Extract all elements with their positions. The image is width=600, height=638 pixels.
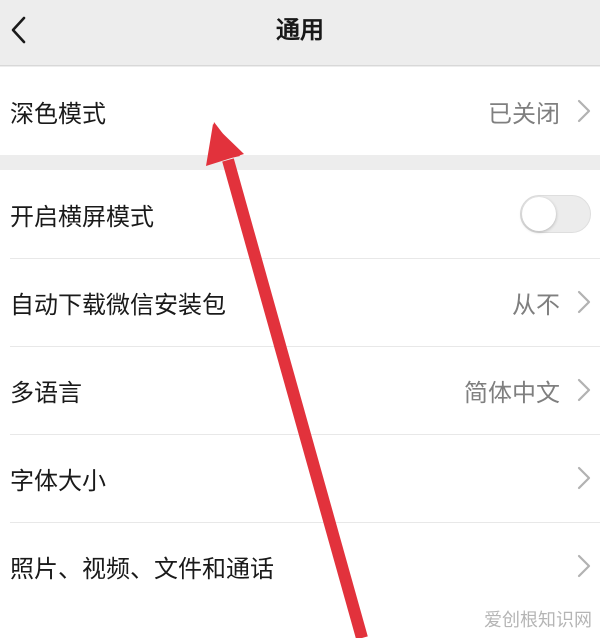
page-title: 通用	[276, 16, 324, 44]
auto-download-label: 自动下载微信安装包	[10, 290, 226, 319]
chevron-right-icon	[577, 99, 591, 123]
chevron-right-icon	[577, 466, 591, 490]
settings-row-media[interactable]: 照片、视频、文件和通话	[0, 522, 600, 610]
auto-download-value: 从不	[512, 290, 560, 319]
chevron-right-icon	[577, 290, 591, 314]
landscape-label: 开启横屏模式	[10, 202, 154, 231]
settings-group-display: 深色模式 已关闭	[0, 67, 600, 155]
landscape-toggle[interactable]	[520, 195, 591, 233]
chevron-right-icon	[577, 554, 591, 578]
settings-row-dark-mode[interactable]: 深色模式 已关闭	[0, 67, 600, 155]
dark-mode-value: 已关闭	[488, 99, 560, 128]
settings-group-general: 开启横屏模式 自动下载微信安装包 从不 多语言 简体中文 字体大小 照片、视频、…	[0, 170, 600, 638]
language-label: 多语言	[10, 378, 82, 407]
watermark: 爱创根知识网	[484, 610, 592, 631]
dark-mode-label: 深色模式	[10, 99, 106, 128]
settings-row-landscape: 开启横屏模式	[0, 170, 600, 258]
settings-row-language[interactable]: 多语言 简体中文	[0, 346, 600, 434]
language-value: 简体中文	[464, 378, 560, 407]
chevron-right-icon	[577, 378, 591, 402]
toggle-knob	[522, 197, 556, 231]
settings-row-font-size[interactable]: 字体大小	[0, 434, 600, 522]
font-size-label: 字体大小	[10, 466, 106, 495]
media-label: 照片、视频、文件和通话	[10, 554, 274, 583]
settings-row-auto-download[interactable]: 自动下载微信安装包 从不	[0, 258, 600, 346]
nav-bar: 通用	[0, 0, 600, 66]
